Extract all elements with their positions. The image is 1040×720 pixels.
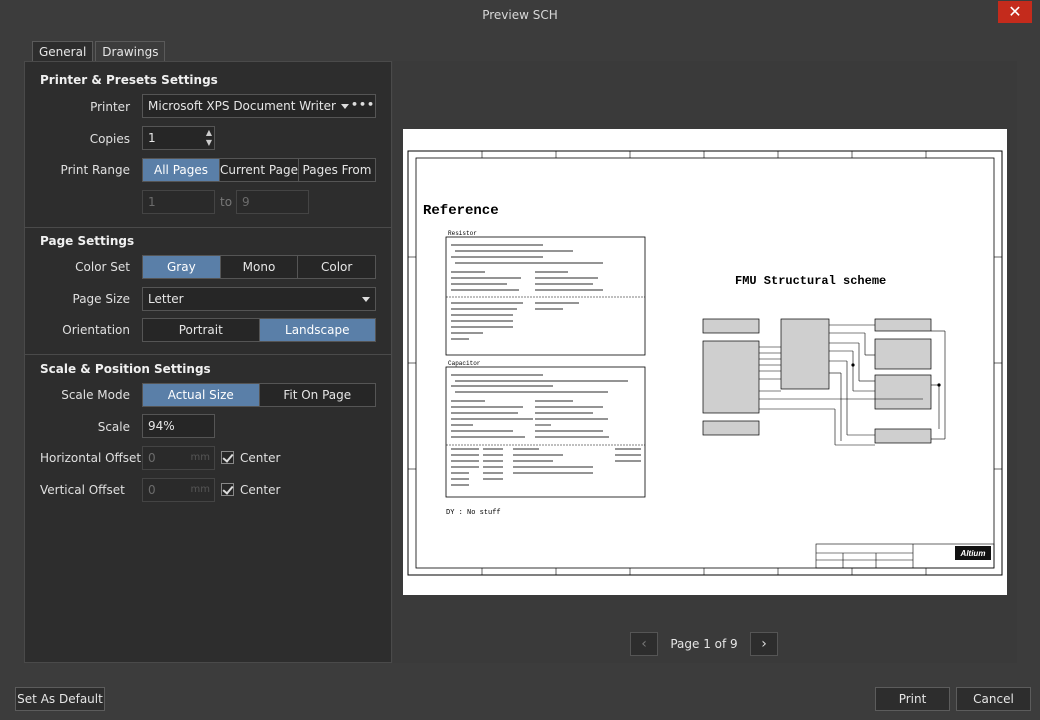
orientation-portrait[interactable]: Portrait <box>143 319 260 341</box>
dy-note: DY : No stuff <box>446 509 501 517</box>
chevron-right-icon: › <box>761 636 767 652</box>
altium-logo-text: Altium <box>960 549 986 558</box>
print-range-label: Print Range <box>60 163 130 177</box>
copies-stepper[interactable]: 1 ▲ ▼ <box>142 126 215 150</box>
print-range-pages-from[interactable]: Pages From <box>298 159 375 181</box>
horizontal-center-checkbox[interactable] <box>221 451 234 464</box>
printer-value: Microsoft XPS Document Writer <box>148 99 336 113</box>
printer-select[interactable]: Microsoft XPS Document Writer ••• <box>142 94 376 118</box>
vertical-offset-input[interactable]: 0 mm <box>142 478 215 502</box>
settings-panel: Printer & Presets Settings Printer Micro… <box>24 61 392 663</box>
window-title: Preview SCH <box>482 8 558 22</box>
spin-up-icon[interactable]: ▲ <box>206 129 212 137</box>
cancel-button[interactable]: Cancel <box>956 687 1031 711</box>
sheet-heading: Reference <box>423 203 499 219</box>
range-to-label: to <box>220 195 233 209</box>
orientation-toggle: Portrait Landscape <box>142 318 376 342</box>
scale-input[interactable]: 94% <box>142 414 215 438</box>
scale-label: Scale <box>97 420 130 434</box>
divider <box>25 354 391 355</box>
horizontal-offset-value: 0 <box>148 451 156 465</box>
vertical-center-checkbox[interactable] <box>221 483 234 496</box>
tab-drawings[interactable]: Drawings <box>95 41 166 62</box>
color-set-mono[interactable]: Mono <box>220 256 299 278</box>
next-page-button[interactable]: › <box>750 632 778 656</box>
page-size-label: Page Size <box>72 292 131 306</box>
horizontal-offset-label: Horizontal Offset <box>40 451 142 465</box>
close-icon: ✕ <box>1008 2 1022 21</box>
horizontal-offset-unit: mm <box>190 452 210 463</box>
color-set-toggle: Gray Mono Color <box>142 255 376 279</box>
page-section-title: Page Settings <box>40 234 135 248</box>
scale-section-title: Scale & Position Settings <box>40 362 211 376</box>
copies-value: 1 <box>148 131 156 145</box>
orientation-label: Orientation <box>62 323 130 337</box>
print-range-toggle: All Pages Current Page Pages From <box>142 158 376 182</box>
print-range-all-pages[interactable]: All Pages <box>143 159 221 181</box>
page-size-value: Letter <box>148 292 184 306</box>
vertical-offset-label: Vertical Offset <box>40 483 125 497</box>
scale-mode-fit-on-page[interactable]: Fit On Page <box>259 384 375 406</box>
scale-mode-toggle: Actual Size Fit On Page <box>142 383 376 407</box>
tab-strip: General Drawings <box>32 41 167 62</box>
print-range-current-page[interactable]: Current Page <box>220 159 299 181</box>
close-button[interactable]: ✕ <box>998 1 1032 23</box>
page-size-select[interactable]: Letter <box>142 287 376 311</box>
orientation-landscape[interactable]: Landscape <box>259 319 375 341</box>
printer-section-title: Printer & Presets Settings <box>40 73 218 87</box>
resistor-box-label: Resistor <box>448 230 477 237</box>
chevron-left-icon: ‹ <box>641 636 647 652</box>
print-preview-area: Reference Resistor Capacitor DY: No stu… <box>393 61 1017 663</box>
resistor-box <box>445 236 646 356</box>
range-from-input[interactable]: 1 <box>142 190 215 214</box>
divider <box>25 227 391 228</box>
prev-page-button[interactable]: ‹ <box>630 632 658 656</box>
scale-mode-actual-size[interactable]: Actual Size <box>143 384 260 406</box>
vertical-center-label: Center <box>240 483 281 497</box>
vertical-offset-unit: mm <box>190 484 210 495</box>
diagram-heading: FMU Structural scheme <box>735 274 886 288</box>
set-as-default-button[interactable]: Set As Default <box>15 687 105 711</box>
scale-mode-label: Scale Mode <box>61 388 130 402</box>
copies-label: Copies <box>89 132 130 146</box>
page-navigator: ‹ Page 1 of 9 › <box>630 632 778 656</box>
title-bar: Preview SCH ✕ <box>0 0 1040 30</box>
tab-general[interactable]: General <box>32 41 94 62</box>
printer-label: Printer <box>90 100 130 114</box>
horizontal-center-label: Center <box>240 451 281 465</box>
chevron-down-icon <box>362 297 370 302</box>
fmu-block-diagram <box>702 318 932 444</box>
spin-down-icon[interactable]: ▼ <box>206 139 212 147</box>
schematic-sheet: Reference Resistor Capacitor DY: No stu… <box>407 150 1003 576</box>
more-options-icon[interactable]: ••• <box>351 95 375 117</box>
preview-page: Reference Resistor Capacitor DY: No stu… <box>403 129 1007 595</box>
color-set-color[interactable]: Color <box>298 256 376 278</box>
vertical-offset-value: 0 <box>148 483 156 497</box>
chevron-down-icon <box>341 104 349 109</box>
capacitor-box-label: Capacitor <box>448 360 481 367</box>
color-set-gray[interactable]: Gray <box>143 256 221 278</box>
page-indicator: Page 1 of 9 <box>658 632 750 656</box>
color-set-label: Color Set <box>75 260 130 274</box>
range-to-input[interactable]: 9 <box>236 190 309 214</box>
print-button[interactable]: Print <box>875 687 950 711</box>
horizontal-offset-input[interactable]: 0 mm <box>142 446 215 470</box>
